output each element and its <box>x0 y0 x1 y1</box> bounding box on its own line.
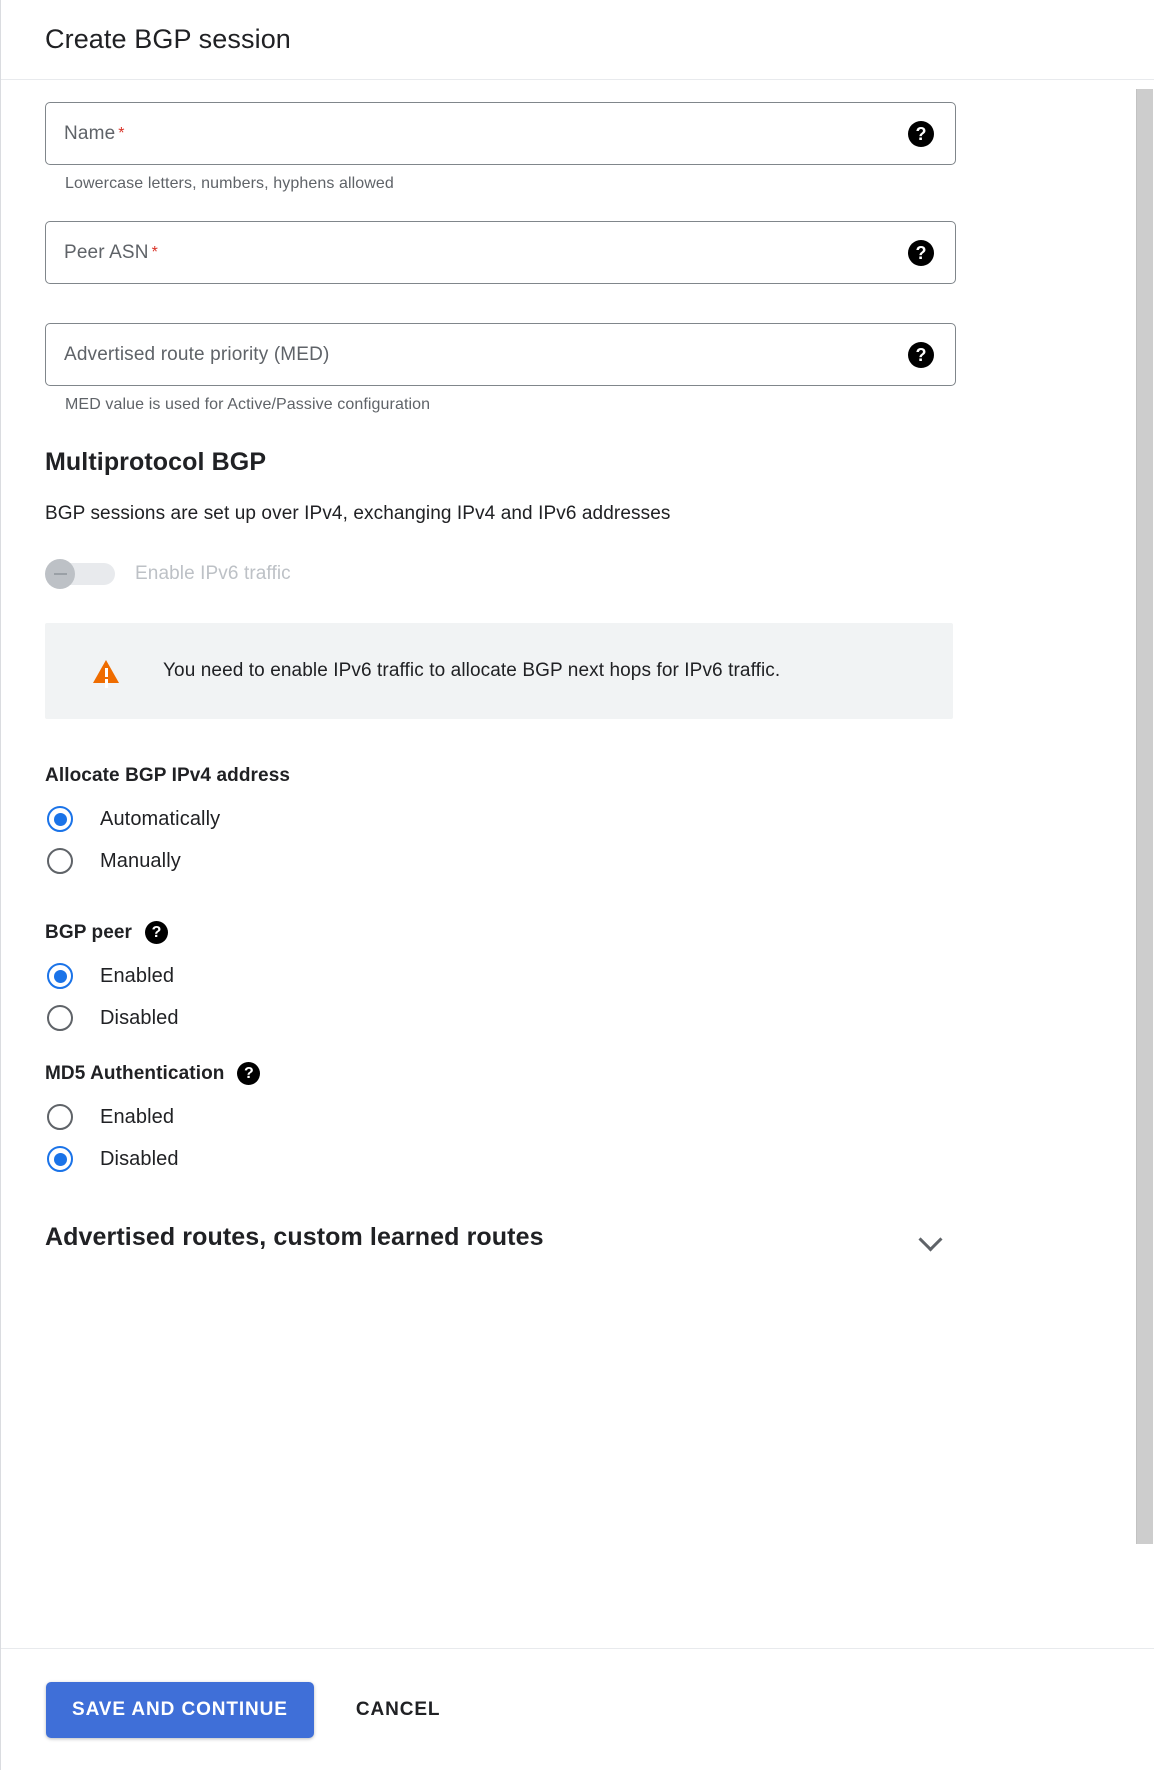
help-circle-icon[interactable]: ? <box>145 921 169 944</box>
name-input-label: Name <box>64 122 116 144</box>
cancel-button[interactable]: CANCEL <box>356 1699 441 1721</box>
med-input-label: Advertised route priority (MED) <box>64 343 330 365</box>
md5-auth-group-title: MD5 Authentication ? <box>45 1062 967 1085</box>
radio-indicator[interactable] <box>47 1104 73 1130</box>
bgp-peer-group: BGP peer ? Enabled Disabled <box>45 921 967 1032</box>
panel-body: Name * ? Lowercase letters, numbers, hyph… <box>1 80 1154 1648</box>
radio-label: Disabled <box>100 1006 179 1029</box>
multiprotocol-section-description: BGP sessions are set up over IPv4, excha… <box>45 503 671 524</box>
help-glyph: ? <box>908 341 934 368</box>
enable-ipv6-toggle-label: Enable IPv6 traffic <box>135 563 291 584</box>
allocate-ipv4-group-title: Allocate BGP IPv4 address <box>45 765 967 787</box>
panel-footer: SAVE AND CONTINUE CANCEL <box>1 1648 1154 1770</box>
allocate-ipv4-group: Allocate BGP IPv4 address Automatically … <box>45 765 967 875</box>
field-med[interactable]: Advertised route priority (MED) ? MED va… <box>45 323 967 414</box>
page-title: Create BGP session <box>45 24 291 54</box>
advertised-routes-title: Advertised routes, custom learned routes <box>45 1223 544 1251</box>
field-name[interactable]: Name * ? Lowercase letters, numbers, hyph… <box>45 102 967 193</box>
med-input[interactable]: Advertised route priority (MED) ? <box>45 323 956 386</box>
help-circle-icon[interactable]: ? <box>908 120 934 147</box>
radio-label: Automatically <box>100 807 221 830</box>
field-peer-asn[interactable]: Peer ASN * ? <box>45 221 967 284</box>
create-bgp-session-panel: Create BGP session Name * ? Lowercase let… <box>0 0 1154 1770</box>
panel-header: Create BGP session <box>1 0 1154 80</box>
enable-ipv6-toggle[interactable] <box>45 559 115 589</box>
peer-asn-input[interactable]: Peer ASN * ? <box>45 221 956 284</box>
bgp-peer-group-label: BGP peer <box>45 921 133 943</box>
scrollbar-thumb[interactable] <box>1136 89 1153 1544</box>
radio-md5-enabled[interactable]: Enabled <box>45 1103 967 1131</box>
toggle-dash-icon <box>45 559 75 589</box>
vertical-scrollbar[interactable] <box>1135 80 1154 1648</box>
name-input-hint: Lowercase letters, numbers, hyphens allo… <box>65 175 394 192</box>
ipv6-warning-text: You need to enable IPv6 traffic to alloc… <box>163 660 781 681</box>
ipv6-warning-banner: You need to enable IPv6 traffic to alloc… <box>45 623 953 719</box>
radio-allocate-automatically[interactable]: Automatically <box>45 805 967 833</box>
radio-md5-disabled[interactable]: Disabled <box>45 1145 967 1173</box>
md5-auth-group: MD5 Authentication ? Enabled Disabled <box>45 1062 967 1173</box>
radio-indicator[interactable] <box>47 1005 73 1031</box>
help-circle-icon[interactable]: ? <box>237 1062 261 1085</box>
med-input-hint: MED value is used for Active/Passive con… <box>65 396 431 413</box>
help-glyph: ? <box>908 239 934 266</box>
help-circle-icon[interactable]: ? <box>908 341 934 368</box>
multiprotocol-section-title: Multiprotocol BGP <box>45 448 267 476</box>
radio-allocate-manually[interactable]: Manually <box>45 847 967 875</box>
radio-indicator[interactable] <box>47 848 73 874</box>
name-input[interactable]: Name * ? <box>45 102 956 165</box>
warning-triangle-icon <box>93 659 119 683</box>
radio-label: Enabled <box>100 964 175 987</box>
enable-ipv6-toggle-row[interactable]: Enable IPv6 traffic <box>45 559 967 589</box>
help-glyph: ? <box>908 120 934 147</box>
radio-label: Manually <box>100 849 181 872</box>
radio-indicator[interactable] <box>47 963 73 989</box>
md5-auth-group-label: MD5 Authentication <box>45 1062 225 1084</box>
peer-asn-input-label: Peer ASN <box>64 241 149 263</box>
radio-label: Enabled <box>100 1105 175 1128</box>
chevron-down-icon[interactable] <box>918 1225 944 1251</box>
radio-bgp-peer-disabled[interactable]: Disabled <box>45 1004 967 1032</box>
radio-bgp-peer-enabled[interactable]: Enabled <box>45 962 967 990</box>
advertised-routes-expander[interactable]: Advertised routes, custom learned routes <box>45 1223 956 1252</box>
radio-indicator[interactable] <box>47 1146 73 1172</box>
radio-indicator[interactable] <box>47 806 73 832</box>
name-required-marker: * <box>118 124 125 142</box>
peer-asn-required-marker: * <box>151 243 158 261</box>
radio-label: Disabled <box>100 1147 179 1170</box>
save-and-continue-button[interactable]: SAVE AND CONTINUE <box>46 1681 314 1738</box>
help-circle-icon[interactable]: ? <box>908 239 934 266</box>
bgp-peer-group-title: BGP peer ? <box>45 921 967 944</box>
allocate-ipv4-group-label: Allocate BGP IPv4 address <box>45 765 291 786</box>
